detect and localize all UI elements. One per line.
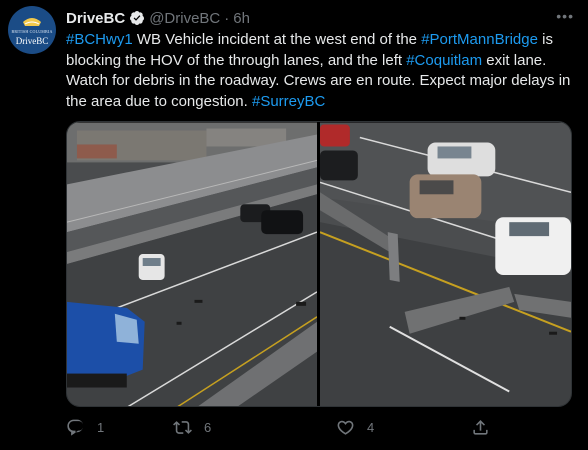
share-icon bbox=[473, 420, 488, 435]
hashtag-link[interactable]: #SurreyBC bbox=[252, 93, 325, 110]
separator-dot: · bbox=[224, 9, 230, 27]
reply-icon bbox=[67, 419, 84, 436]
highway-camera-left-image[interactable] bbox=[67, 122, 318, 407]
like-count: 4 bbox=[367, 420, 375, 435]
reply-button[interactable]: 1 bbox=[66, 418, 104, 437]
bc-crest-icon bbox=[23, 18, 41, 26]
retweet-icon bbox=[173, 421, 192, 434]
handle[interactable]: @DriveBC bbox=[149, 10, 220, 27]
heart-icon bbox=[337, 420, 354, 435]
share-button[interactable] bbox=[471, 418, 502, 437]
tweet-text-segment: WB Vehicle incident at the west end of t… bbox=[132, 31, 422, 48]
retweet-button[interactable]: 6 bbox=[173, 418, 211, 437]
display-name[interactable]: DriveBC bbox=[66, 10, 125, 27]
tweet-header: DriveBC @DriveBC · 6h ••• bbox=[66, 8, 574, 28]
avatar[interactable]: BRITISH COLUMBIA DriveBC bbox=[8, 6, 56, 54]
media-grid[interactable] bbox=[66, 121, 572, 407]
like-button[interactable]: 4 bbox=[336, 418, 374, 437]
tweet-actions: 1 6 4 bbox=[66, 418, 496, 438]
timestamp[interactable]: 6h bbox=[233, 10, 250, 27]
tweet-text: #BCHwy1 WB Vehicle incident at the west … bbox=[66, 30, 576, 112]
avatar-subtext: BRITISH COLUMBIA bbox=[11, 29, 53, 34]
hashtag-link[interactable]: #Coquitlam bbox=[406, 52, 482, 69]
retweet-count: 6 bbox=[204, 420, 212, 435]
verified-badge-icon bbox=[130, 11, 145, 25]
reply-count: 1 bbox=[97, 420, 105, 435]
hashtag-link[interactable]: #PortMannBridge bbox=[421, 31, 538, 48]
avatar-logo-text: DriveBC bbox=[15, 36, 49, 46]
more-options-icon[interactable]: ••• bbox=[556, 8, 574, 24]
highway-camera-right-image[interactable] bbox=[320, 122, 571, 407]
hashtag-link[interactable]: #BCHwy1 bbox=[66, 31, 133, 48]
